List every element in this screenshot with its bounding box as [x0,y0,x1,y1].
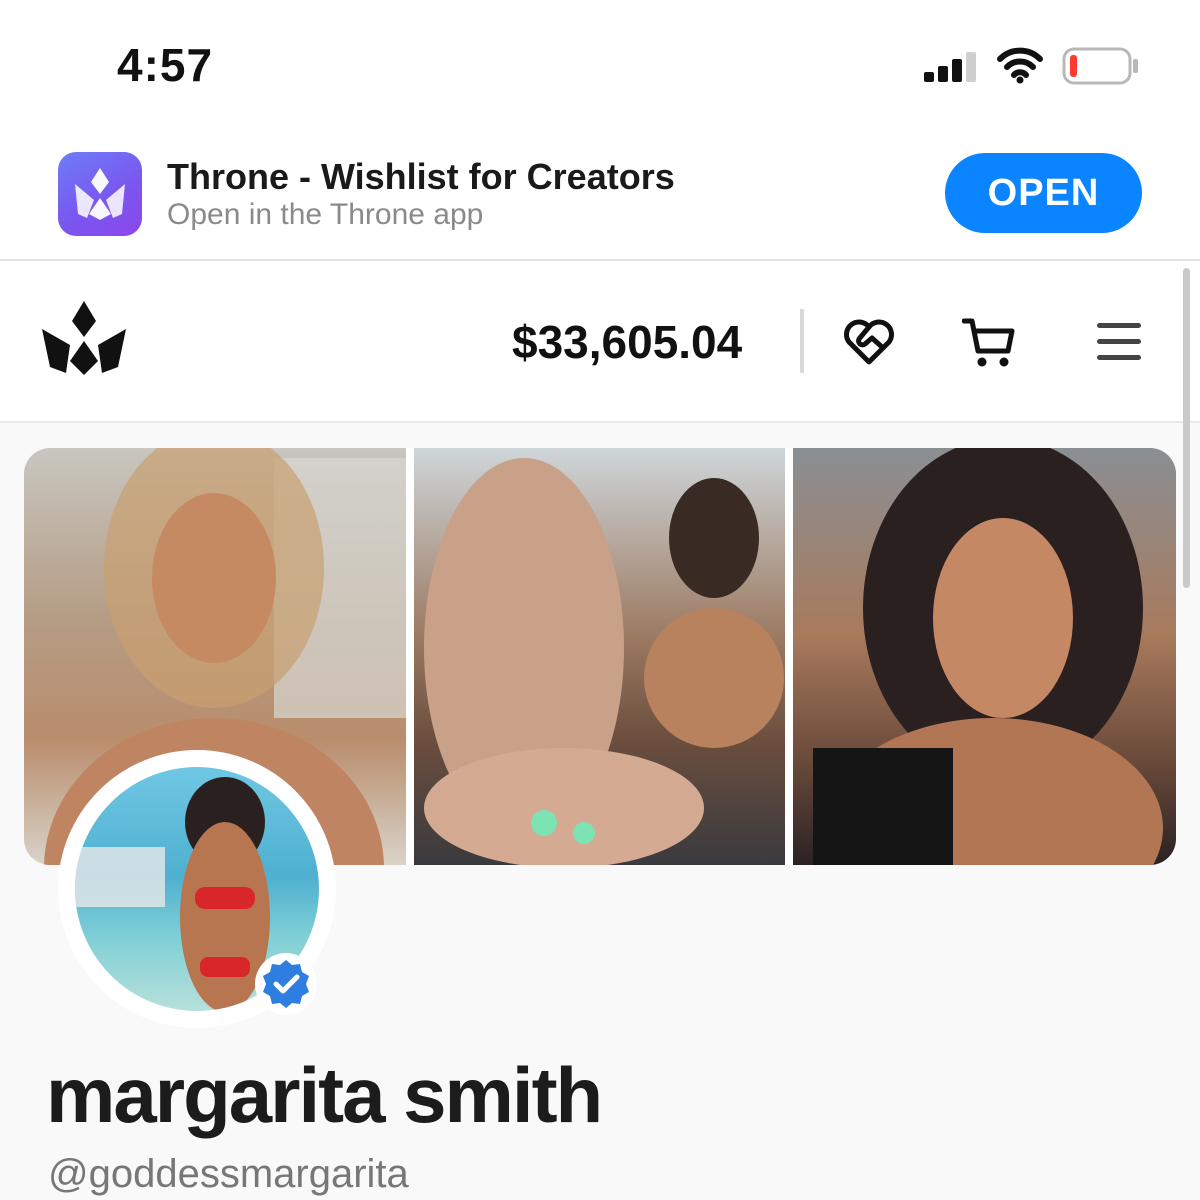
battery-icon [1062,47,1138,85]
wifi-icon [997,47,1043,84]
signal-icon [924,52,976,82]
app-banner-subtitle: Open in the Throne app [167,198,484,231]
app-banner-title: Throne - Wishlist for Creators [167,156,675,197]
header-divider [800,309,804,373]
verified-badge-icon [255,953,317,1015]
app-banner: Throne - Wishlist for Creators Open in t… [0,130,1200,261]
menu-icon[interactable] [1095,321,1143,363]
cart-icon[interactable] [962,317,1016,369]
throne-app-icon[interactable] [58,152,142,236]
cover-photo-2[interactable] [414,448,785,865]
heart-handshake-icon[interactable] [842,318,896,366]
open-app-button[interactable]: OPEN [945,153,1142,233]
status-time: 4:57 [117,39,214,91]
throne-logo[interactable] [40,301,128,377]
cover-photo-3[interactable] [793,448,1176,865]
profile-handle[interactable]: @goddessmargarita [48,1152,409,1197]
site-header: $33,605.04 [0,261,1200,423]
profile-name: margarita smith [46,1051,603,1139]
status-bar: 4:57 [0,0,1200,130]
page-scrollbar[interactable] [1183,268,1190,588]
balance-amount[interactable]: $33,605.04 [512,315,742,369]
